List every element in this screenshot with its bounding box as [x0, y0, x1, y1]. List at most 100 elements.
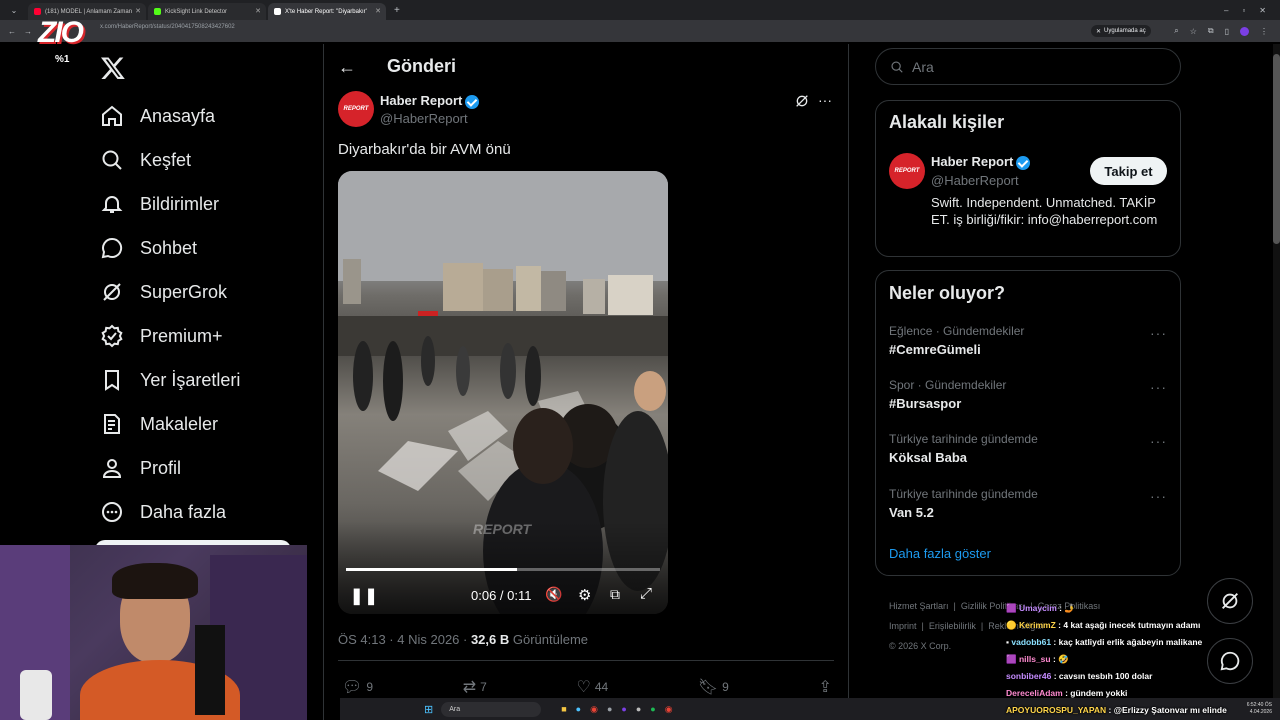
author-avatar[interactable]: REPORT: [338, 91, 374, 127]
close-icon[interactable]: ✕: [255, 7, 261, 15]
steam-icon[interactable]: ●: [636, 704, 641, 715]
sidebar-icon[interactable]: ▯: [1225, 27, 1229, 36]
browser-tab-3[interactable]: X'te Haber Report: "Diyarbakır' ✕: [268, 3, 386, 20]
badge-icon: 🟪: [1006, 654, 1019, 664]
trend-more-icon[interactable]: ···: [1150, 379, 1167, 395]
trend-item[interactable]: #CemreGümeli: [889, 342, 981, 357]
scrollbar-thumb[interactable]: [1273, 54, 1280, 244]
trend-item[interactable]: Köksal Baba: [889, 450, 967, 465]
trend-more-icon[interactable]: ···: [1150, 433, 1167, 449]
window-close-icon[interactable]: ✕: [1259, 6, 1266, 15]
nav-item-premium[interactable]: Premium+: [100, 314, 223, 358]
new-tab-button[interactable]: +: [394, 5, 400, 16]
nav-item-bookmarks[interactable]: Yer İşaretleri: [100, 358, 240, 402]
app-icon[interactable]: ●: [607, 704, 612, 715]
messages-fab[interactable]: [1207, 638, 1253, 684]
trend-item[interactable]: Van 5.2: [889, 505, 934, 520]
related-title: Alakalı kişiler: [889, 112, 1005, 132]
author-handle[interactable]: @HaberReport: [380, 111, 468, 126]
zoom-icon[interactable]: ⌕: [1174, 26, 1178, 36]
nav-item-articles[interactable]: Makaleler: [100, 402, 218, 446]
trend-item[interactable]: #Bursaspor: [889, 396, 961, 411]
reply-button[interactable]: 💬︎ 9: [342, 677, 373, 697]
edge-icon[interactable]: ●: [576, 704, 581, 715]
follow-button[interactable]: Takip et: [1090, 157, 1167, 185]
clock[interactable]: 6:52:40 ÖS 4.04.2026: [1247, 702, 1280, 716]
fullscreen-icon[interactable]: ⤢: [640, 585, 652, 602]
nav-item-profile[interactable]: Profil: [100, 446, 181, 490]
verified-badge-icon: [1016, 155, 1031, 170]
verified-badge-icon: [465, 94, 480, 109]
stream-percent: %1: [55, 54, 70, 65]
minimize-icon[interactable]: –: [1224, 6, 1228, 15]
like-button[interactable]: ♡ 44: [576, 677, 608, 697]
bell-icon: [101, 196, 123, 213]
trend-more-icon[interactable]: ···: [1150, 488, 1167, 504]
chat-icon: [101, 237, 123, 259]
back-nav-icon[interactable]: ←: [8, 27, 16, 36]
x-logo-icon[interactable]: [100, 55, 126, 81]
nav-item-notifications[interactable]: Bildirimler: [100, 182, 219, 226]
copyright: © 2026 X Corp.: [889, 641, 952, 651]
author-name[interactable]: Haber Report: [380, 93, 480, 109]
mute-icon[interactable]: 🔇: [545, 586, 562, 603]
spotify-icon[interactable]: ●: [650, 704, 655, 715]
reply-icon: 💬︎: [342, 679, 363, 696]
search-input[interactable]: Ara: [875, 48, 1181, 85]
chat-message: sonbiber46 : cavsın tesbıh 100 dolar: [1006, 671, 1153, 681]
microphone: [195, 625, 225, 715]
scrollbar-track[interactable]: [1273, 44, 1280, 698]
more-circle-icon: [102, 502, 122, 522]
video-progress-fill: [346, 568, 518, 571]
file-explorer-icon[interactable]: ■: [561, 704, 566, 715]
forward-nav-icon[interactable]: →: [24, 27, 32, 36]
divider: [338, 660, 834, 661]
open-in-app-pill[interactable]: ✕ Uygulamada aç: [1091, 25, 1151, 37]
profile-avatar[interactable]: [1240, 26, 1249, 36]
nav-item-supergrok[interactable]: SuperGrok: [100, 270, 227, 314]
video-player[interactable]: REPORT ❚❚ 0:06 / 0:11 🔇 ⚙ ⧉ ⤢: [338, 171, 668, 614]
related-avatar[interactable]: REPORT: [889, 153, 925, 189]
related-handle[interactable]: @HaberReport: [931, 173, 1019, 188]
close-icon[interactable]: ✕: [135, 7, 141, 15]
post-more-icon[interactable]: ···: [818, 92, 832, 108]
back-arrow-icon[interactable]: ←: [338, 57, 356, 78]
related-name[interactable]: Haber Report: [931, 154, 1031, 170]
grok-icon: [1222, 593, 1238, 609]
chrome-icon-2[interactable]: ◉: [665, 704, 673, 715]
footer-link[interactable]: Erişilebilirlik: [929, 621, 976, 631]
discord-icon[interactable]: ●: [621, 704, 626, 715]
trend-more-icon[interactable]: ···: [1150, 325, 1167, 341]
tab-search-icon[interactable]: ⌄: [0, 6, 28, 15]
pause-icon[interactable]: ❚❚: [350, 586, 379, 606]
app-icon: ✕: [1096, 28, 1102, 35]
pip-icon[interactable]: ⧉: [610, 586, 620, 603]
grok-icon[interactable]: [794, 93, 810, 109]
taskbar-search[interactable]: Ara: [441, 701, 542, 717]
trend-category: Eğlence · Gündemdekiler: [889, 324, 1025, 338]
maximize-icon[interactable]: ▫: [1242, 6, 1245, 15]
repost-button[interactable]: ⇄ 7: [463, 677, 487, 697]
trend-category: Türkiye tarihinde gündemde: [889, 432, 1038, 446]
star-icon[interactable]: ☆: [1190, 27, 1197, 36]
settings-icon[interactable]: ⚙: [578, 586, 591, 604]
footer-link[interactable]: Imprint: [889, 621, 917, 631]
nav-item-more[interactable]: Daha fazla: [100, 490, 226, 534]
extensions-icon[interactable]: ⧉: [1208, 26, 1214, 36]
nav-item-home[interactable]: Anasayfa: [100, 94, 215, 138]
menu-icon[interactable]: ⋮: [1260, 27, 1268, 36]
windows-start-icon[interactable]: ⊞: [424, 703, 433, 716]
nav-item-chat[interactable]: Sohbet: [100, 226, 197, 270]
footer-link[interactable]: Hizmet Şartları: [889, 601, 949, 611]
home-icon: [102, 105, 122, 126]
video-progress-track[interactable]: [346, 568, 660, 571]
show-more-link[interactable]: Daha fazla göster: [889, 546, 991, 561]
close-icon[interactable]: ✕: [375, 7, 381, 15]
chrome-icon[interactable]: ◉: [590, 704, 598, 715]
nav-item-explore[interactable]: Keşfet: [100, 138, 191, 182]
grok-fab[interactable]: [1207, 578, 1253, 624]
url-text[interactable]: x.com/HaberReport/status/204041750824342…: [100, 24, 235, 30]
bookmark-button[interactable]: 🔖︎ 9: [698, 677, 729, 697]
share-button[interactable]: ⇪: [819, 677, 832, 697]
browser-tab-2[interactable]: KickSight Link Detector ✕: [148, 3, 266, 20]
